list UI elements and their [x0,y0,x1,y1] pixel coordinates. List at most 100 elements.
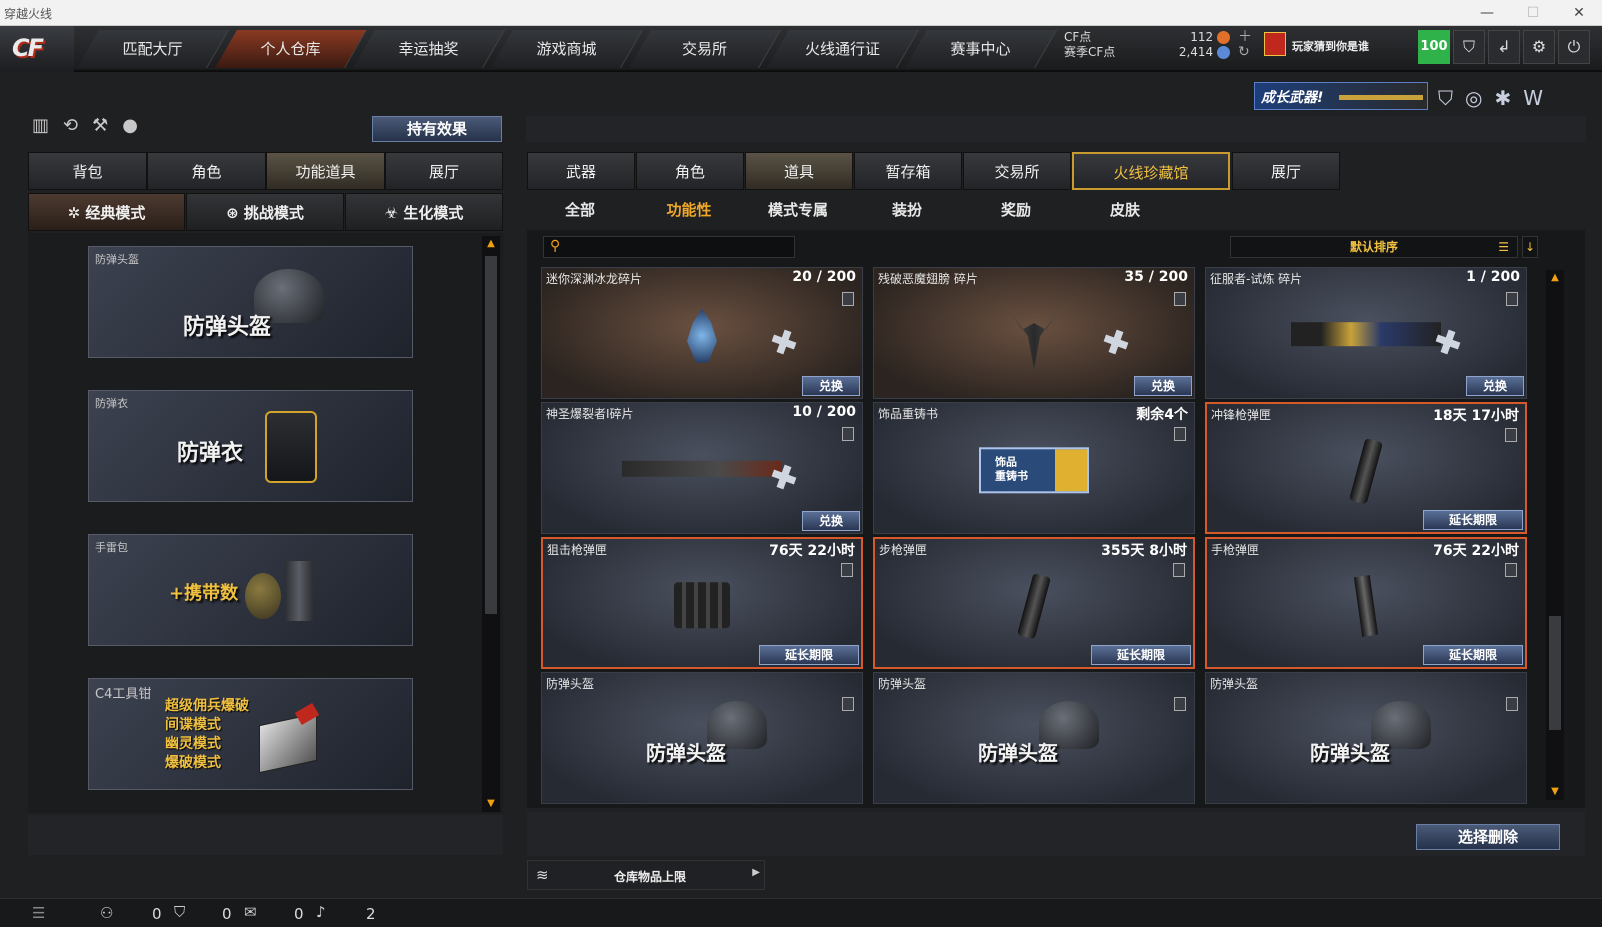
left-card-vest[interactable]: 防弹衣 防弹衣 [88,390,413,502]
subtab-skin[interactable]: 皮肤 [1072,197,1178,223]
select-delete-button[interactable]: 选择删除 [1416,824,1560,850]
ranking-icon[interactable]: ▥ [32,115,63,136]
recharge-icons[interactable]: ＋ ↻ [1238,30,1252,60]
subtab-functional[interactable]: 功能性 [636,197,742,223]
right-header-strip [526,116,1586,142]
trash-icon[interactable] [1174,427,1186,441]
right-scrollbar[interactable]: ▲ ▼ [1546,270,1564,800]
item-card[interactable]: 手枪弹匣 76天 22小时 延长期限 [1205,537,1527,669]
exchange-button[interactable]: 兑换 [802,511,860,531]
extend-button[interactable]: 延长期限 [1091,645,1191,665]
trash-icon[interactable] [1505,428,1517,442]
tab-exchange[interactable]: 交易所 [963,152,1071,190]
item-card[interactable]: 迷你深渊冰龙碎片 20 / 200 兑换 [541,267,863,399]
tab-hall-right[interactable]: 展厅 [1232,152,1340,190]
tab-weapons[interactable]: 武器 [527,152,635,190]
tab-collection[interactable]: 火线珍藏馆 [1072,152,1230,190]
tab-items[interactable]: 道具 [745,152,853,190]
sort-dropdown[interactable]: 默认排序 ☰ [1230,236,1518,258]
item-card[interactable]: 防弹头盔 防弹头盔 [541,672,863,804]
item-card[interactable]: 冲锋枪弹匣 18天 17小时 延长期限 [1205,402,1527,534]
extend-button[interactable]: 延长期限 [1423,510,1523,530]
growth-weapon-banner[interactable]: 成长武器! [1254,82,1428,110]
trash-icon[interactable] [1174,697,1186,711]
speaker-icon[interactable]: ♪ [316,903,326,921]
mode-challenge[interactable]: ⊛ 挑战模式 [186,193,344,231]
subtab-reward[interactable]: 奖励 [963,197,1069,223]
mode-zombie[interactable]: ☣ 生化模式 [345,193,503,231]
item-card[interactable]: 防弹头盔 防弹头盔 [873,672,1195,804]
w-icon[interactable]: W [1523,86,1555,110]
nav-tab-lottery[interactable]: 幸运抽奖 [353,30,505,68]
refresh-icon[interactable]: ⟲ [63,115,92,136]
cf-logo[interactable]: CF [0,26,74,72]
tab-character[interactable]: 角色 [147,152,266,190]
extend-button[interactable]: 延长期限 [1423,645,1523,665]
player-name[interactable]: 玩家猜到你是谁 [1292,38,1369,54]
search-input[interactable] [568,239,790,255]
exchange-button[interactable]: 兑换 [802,376,860,396]
chat-icon[interactable]: ✉ [244,903,257,921]
search-box[interactable]: ⚲ [543,236,795,258]
trash-icon[interactable] [1505,563,1517,577]
trash-icon[interactable] [842,427,854,441]
globe-icon[interactable]: ◎ [1465,86,1494,110]
holding-effects-button[interactable]: 持有效果 [372,116,502,142]
trash-icon[interactable] [842,697,854,711]
subtab-mode[interactable]: 模式专属 [745,197,851,223]
friends-icon[interactable]: ⚇ [100,904,113,922]
item-name: 防弹头盔 [1210,677,1259,691]
left-card-grenade-bag[interactable]: 手雷包 +携带数 [88,534,413,646]
gear-icon[interactable]: ⚙ [1523,30,1555,64]
nav-tab-warehouse[interactable]: 个人仓库 [215,30,367,68]
sort-direction-icon[interactable]: ↓ [1522,236,1538,258]
trash-icon[interactable] [1174,292,1186,306]
gift-icon[interactable]: ✱ [1494,86,1523,110]
item-card[interactable]: 步枪弹匣 355天 8小时 延长期限 [873,537,1195,669]
nav-tab-events[interactable]: 赛事中心 [905,30,1057,68]
tab-functional[interactable]: 功能道具 [266,152,385,190]
left-card-c4-pliers[interactable]: C4工具钳 超级佣兵爆破 间谍模式 幽灵模式 爆破模式 [88,678,413,790]
extend-button[interactable]: 延长期限 [759,645,859,665]
season-cf-label: 赛季CF点 [1064,45,1116,59]
shield-icon[interactable]: ⛉ [1453,30,1485,64]
item-card[interactable]: 狙击枪弹匣 76天 22小时 延长期限 [541,537,863,669]
close-button[interactable]: ✕ [1556,0,1602,26]
maximize-button[interactable]: ☐ [1510,0,1556,26]
tab-backpack[interactable]: 背包 [28,152,147,190]
exchange-button[interactable]: 兑换 [1466,376,1524,396]
tab-hall-left[interactable]: 展厅 [385,152,503,190]
item-card[interactable]: 防弹头盔 防弹头盔 [1205,672,1527,804]
menu-icon[interactable]: ☰ [32,904,45,922]
nav-tab-trade[interactable]: 交易所 [629,30,781,68]
trash-icon[interactable] [842,292,854,306]
trash-icon[interactable] [1506,292,1518,306]
tab-storage[interactable]: 暂存箱 [854,152,962,190]
return-icon[interactable]: ↲ [1488,30,1520,64]
mode-classic[interactable]: ✲ 经典模式 [28,193,185,231]
power-icon[interactable]: ⏻ [1558,30,1590,64]
capacity-bar[interactable]: ≋ 仓库物品上限 ▶ [527,860,765,890]
left-scrollbar[interactable]: ▲ ▼ [482,236,500,812]
nav-tab-pass[interactable]: 火线通行证 [767,30,919,68]
exchange-button[interactable]: 兑换 [1134,376,1192,396]
subtab-outfit[interactable]: 装扮 [854,197,960,223]
trash-icon[interactable] [1173,563,1185,577]
item-card[interactable]: 神圣爆裂者I碎片 10 / 200 兑换 [541,402,863,534]
minimize-button[interactable]: — [1464,0,1510,26]
grenade-icon[interactable]: ● [122,115,152,136]
nav-tab-lobby[interactable]: 匹配大厅 [77,30,229,68]
nav-tab-shop[interactable]: 游戏商城 [491,30,643,68]
hammer-icon[interactable]: ⚒ [92,115,122,136]
item-card[interactable]: 饰品重铸书 剩余4个 饰品 重铸书 [873,402,1195,534]
badge-v-icon[interactable]: ⛉ [1438,86,1465,110]
trash-icon[interactable] [1506,697,1518,711]
item-card[interactable]: 残破恶魔翅膀 碎片 35 / 200 兑换 [873,267,1195,399]
trash-icon[interactable] [841,563,853,577]
clan-icon[interactable]: ⛉ [174,903,185,921]
subtab-all[interactable]: 全部 [527,197,633,223]
left-card-helmet[interactable]: 防弹头盔 防弹头盔 [88,246,413,358]
item-count: 剩余4个 [1136,407,1188,423]
item-card[interactable]: 征服者-试炼 碎片 1 / 200 兑换 [1205,267,1527,399]
tab-characters[interactable]: 角色 [636,152,744,190]
